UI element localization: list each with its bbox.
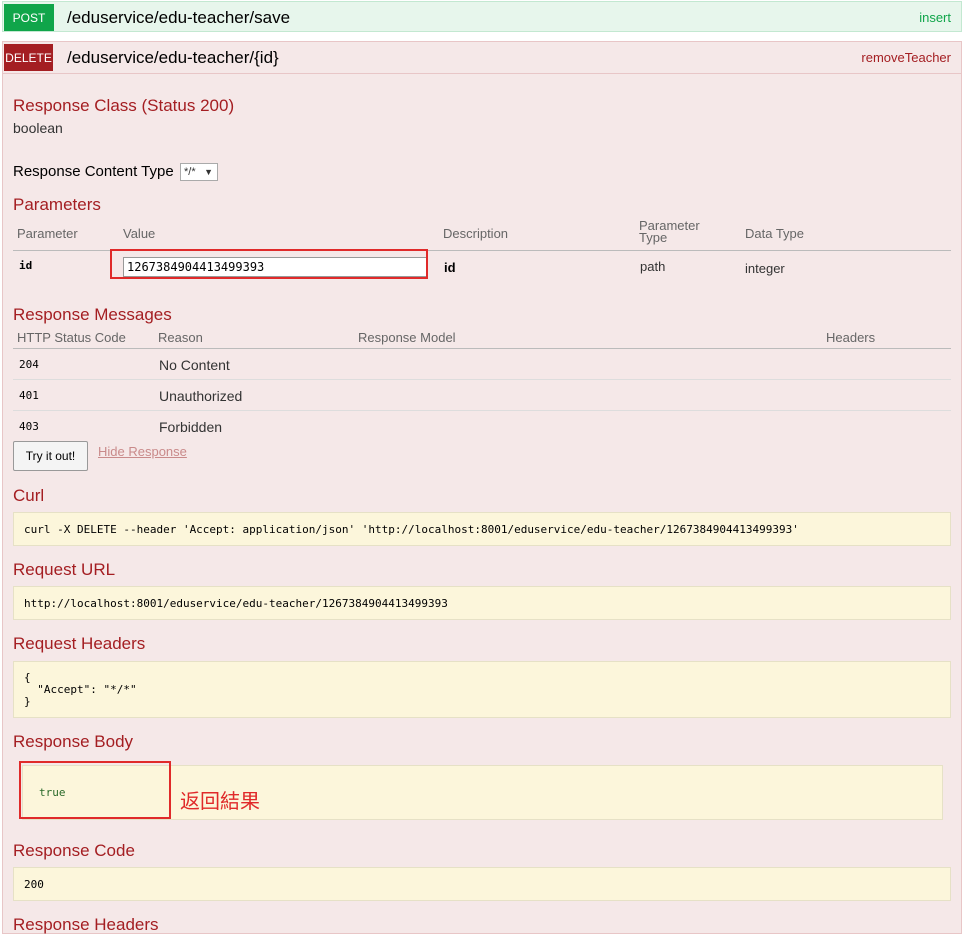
post-method-badge[interactable]: POST <box>4 4 54 31</box>
param-col-data-type: Data Type <box>745 226 805 241</box>
delete-operation-block: DELETE /eduservice/edu-teacher/{id} remo… <box>2 41 962 934</box>
response-code-title: Response Code <box>13 841 135 860</box>
msg-col-model: Response Model <box>358 330 456 345</box>
msg-col-reason: Reason <box>158 330 203 345</box>
request-headers-block: { "Accept": "*/*" } <box>13 661 951 718</box>
response-content-type-label: Response Content Type <box>13 163 174 180</box>
response-headers-title: Response Headers <box>13 915 159 934</box>
response-body-annotation: 返回結果 <box>180 791 260 813</box>
post-operation-bar[interactable]: POST /eduservice/edu-teacher/save insert <box>2 1 962 32</box>
param-name: id <box>19 259 33 272</box>
highlight-box-response-body <box>19 761 171 819</box>
msg-row-divider <box>13 379 951 380</box>
curl-block: curl -X DELETE --header 'Accept: applica… <box>13 512 951 546</box>
request-headers-title: Request Headers <box>13 634 146 653</box>
try-it-out-button[interactable]: Try it out! <box>13 441 88 471</box>
msg-row-code: 401 <box>19 389 39 402</box>
post-path[interactable]: /eduservice/edu-teacher/save <box>67 8 290 28</box>
request-url: http://localhost:8001/eduservice/edu-tea… <box>24 597 448 610</box>
curl-command: curl -X DELETE --header 'Accept: applica… <box>24 523 799 536</box>
curl-title: Curl <box>13 486 45 505</box>
response-messages-title: Response Messages <box>13 305 172 324</box>
hide-response-link[interactable]: Hide Response <box>98 444 187 459</box>
msg-header-divider <box>13 348 951 349</box>
param-col-parameter: Parameter <box>17 226 78 241</box>
post-nickname[interactable]: insert <box>919 10 951 25</box>
highlight-box-param <box>110 249 428 279</box>
request-url-block: http://localhost:8001/eduservice/edu-tea… <box>13 586 951 620</box>
msg-col-status: HTTP Status Code <box>17 330 126 345</box>
msg-row-divider <box>13 410 951 411</box>
request-headers-line: "Accept": "*/*" <box>24 683 137 696</box>
param-col-description: Description <box>443 226 509 241</box>
param-description: id <box>444 260 456 275</box>
response-content-type-select[interactable]: */* ▼ <box>180 163 218 181</box>
parameters-title: Parameters <box>13 195 101 214</box>
delete-method-badge[interactable]: DELETE <box>4 44 53 71</box>
response-class-type: boolean <box>13 120 63 136</box>
param-col-value: Value <box>123 226 156 241</box>
delete-nickname[interactable]: removeTeacher <box>861 50 951 65</box>
response-code-value: 200 <box>24 878 44 891</box>
param-data-type: integer <box>745 261 785 276</box>
msg-col-headers: Headers <box>826 330 876 345</box>
msg-row-reason: No Content <box>159 357 230 373</box>
response-content-type-value: */* <box>184 166 196 178</box>
param-col-param-type-line2: Type <box>639 230 668 245</box>
delete-path[interactable]: /eduservice/edu-teacher/{id} <box>67 48 279 68</box>
msg-row-code: 403 <box>19 420 39 433</box>
msg-row-code: 204 <box>19 358 39 371</box>
msg-row-reason: Forbidden <box>159 419 223 435</box>
param-type: path <box>640 259 666 274</box>
response-body-title: Response Body <box>13 732 134 751</box>
chevron-down-icon: ▼ <box>204 167 213 177</box>
response-code-block: 200 <box>13 867 951 901</box>
request-headers-line: } <box>24 695 31 708</box>
delete-operation-header[interactable]: DELETE /eduservice/edu-teacher/{id} remo… <box>3 42 961 74</box>
response-class-title: Response Class (Status 200) <box>13 96 235 115</box>
msg-row-reason: Unauthorized <box>159 388 243 404</box>
request-url-title: Request URL <box>13 560 116 579</box>
param-col-param-type: Parameter Type <box>639 219 700 245</box>
